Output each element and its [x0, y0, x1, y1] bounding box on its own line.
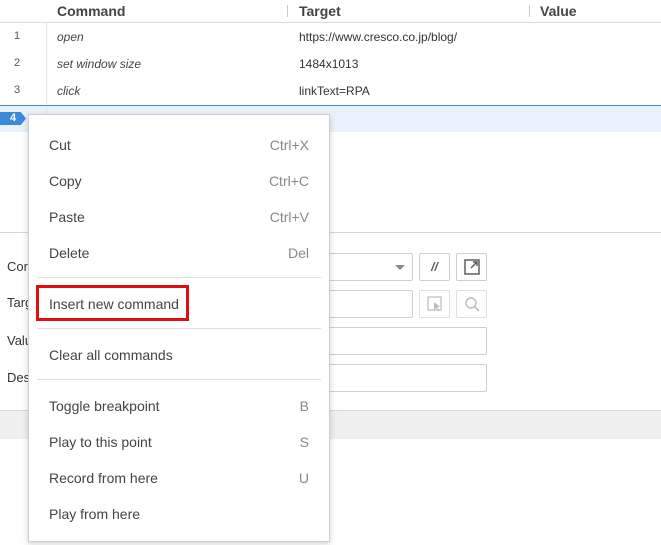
- row-number: 2: [13, 57, 21, 69]
- menu-item-shortcut: U: [298, 470, 309, 486]
- menu-item-label: Toggle breakpoint: [49, 398, 160, 414]
- target-cell[interactable]: linkText=RPA: [299, 84, 370, 98]
- search-icon: [464, 297, 480, 312]
- row-number: 3: [13, 84, 21, 96]
- command-cell[interactable]: click: [57, 84, 80, 98]
- menu-item-toggle-breakpoint[interactable]: Toggle breakpoint B: [29, 388, 329, 424]
- command-cell[interactable]: set window size: [57, 57, 141, 71]
- menu-divider: [37, 328, 321, 329]
- command-label: Cor: [7, 259, 28, 274]
- column-header-target[interactable]: Target: [299, 3, 341, 19]
- table-row[interactable]: 2 set window size 1484x1013: [0, 50, 661, 77]
- context-menu: Cut Ctrl+X Copy Ctrl+C Paste Ctrl+V Dele…: [28, 114, 330, 542]
- row-divider: [46, 23, 47, 50]
- menu-item-delete[interactable]: Delete Del: [29, 235, 329, 271]
- menu-item-shortcut: B: [299, 398, 309, 414]
- column-header-value[interactable]: Value: [540, 3, 577, 19]
- select-element-icon: [426, 296, 442, 311]
- column-divider[interactable]: [529, 5, 530, 17]
- menu-item-play-from-here[interactable]: Play from here: [29, 496, 329, 532]
- description-label: Des: [7, 370, 31, 385]
- menu-item-label: Cut: [49, 137, 71, 153]
- target-cell[interactable]: 1484x1013: [299, 57, 358, 71]
- menu-item-clear-all-commands[interactable]: Clear all commands: [29, 337, 329, 373]
- menu-item-shortcut: S: [299, 434, 309, 450]
- column-divider[interactable]: [287, 5, 288, 17]
- column-header-command[interactable]: Command: [57, 3, 125, 19]
- menu-divider: [37, 277, 321, 278]
- menu-item-label: Record from here: [49, 470, 158, 486]
- open-reference-button[interactable]: [456, 253, 487, 281]
- menu-item-label: Paste: [49, 209, 85, 225]
- menu-item-label: Copy: [49, 173, 82, 189]
- table-row[interactable]: 1 open https://www.cresco.co.jp/blog/: [0, 23, 661, 50]
- menu-item-shortcut: Del: [287, 245, 309, 261]
- row-number-badge: 4: [0, 112, 26, 125]
- target-cell[interactable]: https://www.cresco.co.jp/blog/: [299, 30, 457, 44]
- menu-item-copy[interactable]: Copy Ctrl+C: [29, 163, 329, 199]
- menu-item-label: Delete: [49, 245, 90, 261]
- row-divider: [46, 77, 47, 104]
- comment-icon: //: [431, 260, 438, 274]
- menu-item-label: Clear all commands: [49, 347, 173, 363]
- row-number: 1: [13, 30, 21, 42]
- menu-item-record-from-here[interactable]: Record from here U: [29, 460, 329, 496]
- annotation-highlight-box: [36, 285, 189, 321]
- comment-toggle-button[interactable]: //: [419, 253, 450, 281]
- menu-item-shortcut: Ctrl+X: [269, 137, 309, 153]
- table-row[interactable]: 3 click linkText=RPA: [0, 77, 661, 104]
- table-header: Command Target Value: [0, 0, 661, 23]
- menu-item-paste[interactable]: Paste Ctrl+V: [29, 199, 329, 235]
- menu-item-label: Play from here: [49, 506, 141, 522]
- find-target-button[interactable]: [456, 290, 487, 318]
- menu-item-play-to-this-point[interactable]: Play to this point S: [29, 424, 329, 460]
- select-target-button[interactable]: [419, 290, 450, 318]
- menu-divider: [37, 379, 321, 380]
- external-link-icon: [463, 259, 480, 275]
- menu-item-label: Play to this point: [49, 434, 152, 450]
- row-divider: [46, 50, 47, 77]
- menu-item-shortcut: Ctrl+C: [268, 173, 309, 189]
- command-cell[interactable]: open: [57, 30, 84, 44]
- menu-item-shortcut: Ctrl+V: [269, 209, 309, 225]
- chevron-down-icon: [395, 265, 405, 270]
- menu-item-cut[interactable]: Cut Ctrl+X: [29, 127, 329, 163]
